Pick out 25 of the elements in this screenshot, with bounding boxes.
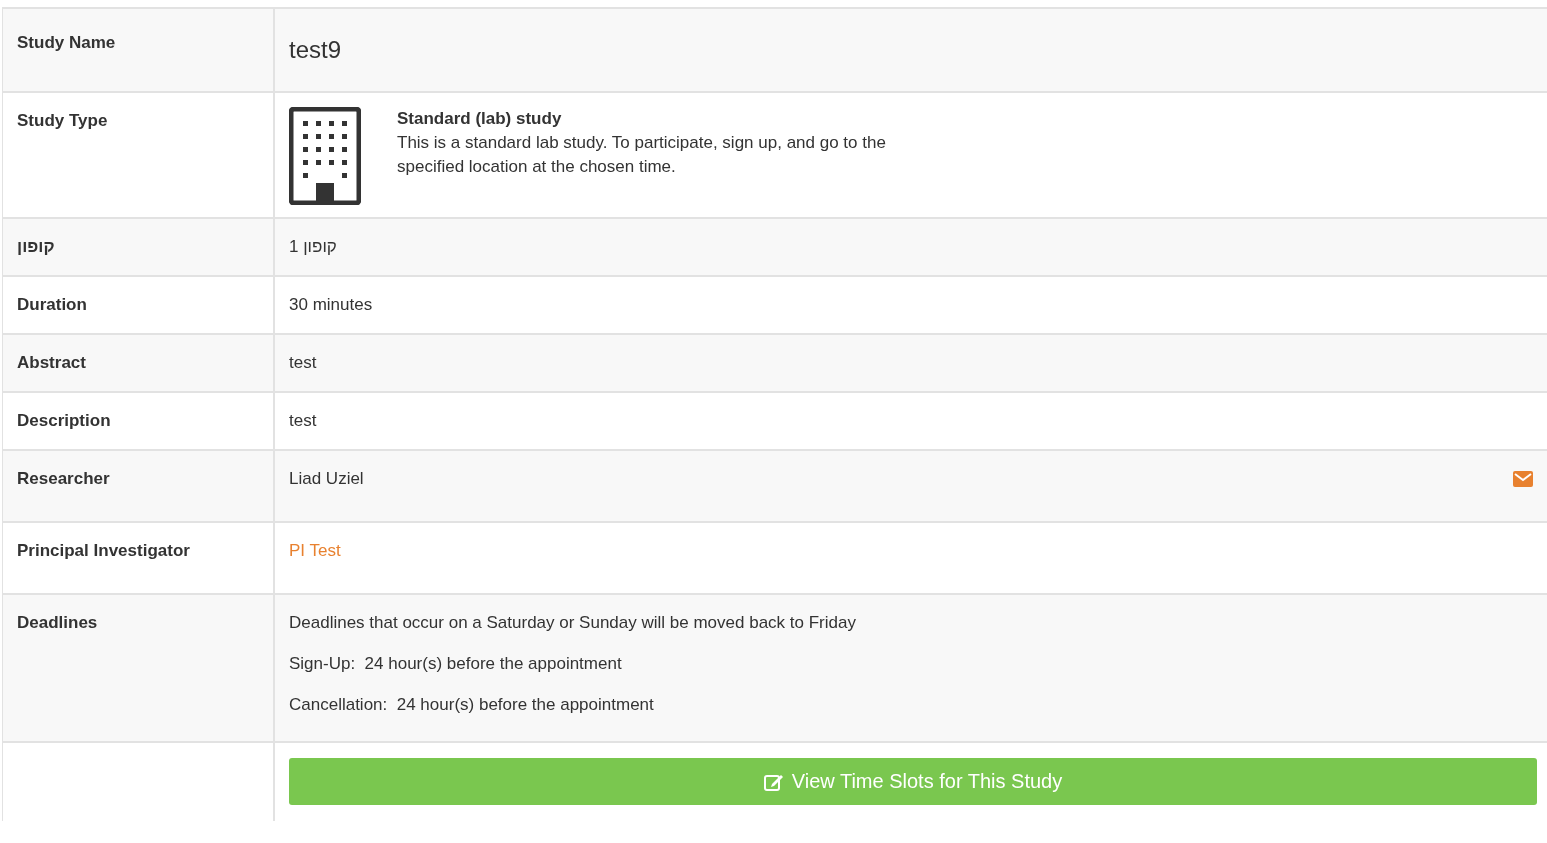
investigator-link[interactable]: PI Test (289, 541, 341, 560)
deadline-text: Deadlines that occur on a Saturday or Sunday will be moved back to Friday (289, 612, 857, 634)
study-name: test9 (289, 36, 342, 63)
edit-icon (763, 772, 784, 791)
study-type-description: This is a standard lab study. To participate, sign up, and go to the specified location at the chosen time. (397, 132, 887, 178)
field-value: 1 קופון (289, 237, 337, 256)
field-label: Researcher (3, 451, 275, 523)
field-label: Abstract (3, 335, 275, 393)
field-label: קופון (3, 219, 275, 277)
deadline-text: Cancellation: 24 hour(s) before the appointment (289, 694, 655, 716)
researcher-name: Liad Uziel (289, 468, 364, 490)
field-label: Deadlines (3, 595, 275, 743)
deadline-text: Sign-Up: 24 hour(s) before the appointment (289, 653, 623, 675)
building-icon (289, 107, 361, 205)
field-label: Study Name (3, 9, 275, 93)
study-type-name: Standard (lab) study (397, 108, 563, 130)
field-value: test (289, 353, 317, 372)
field-label: Description (3, 393, 275, 451)
email-icon[interactable] (1513, 471, 1533, 487)
field-label: Study Type (3, 93, 275, 219)
field-value: 30 minutes (289, 295, 373, 314)
view-time-slots-button[interactable]: View Time Slots for This Study (289, 758, 1537, 805)
field-label: Duration (3, 277, 275, 335)
field-label: Principal Investigator (3, 523, 275, 595)
field-value: test (289, 411, 317, 430)
